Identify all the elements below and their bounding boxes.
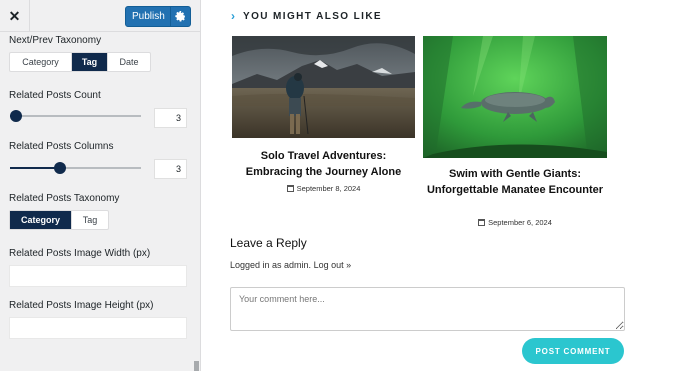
image-height-input[interactable] <box>9 317 187 339</box>
post-date-text-1: September 8, 2024 <box>296 184 361 193</box>
sidebar-scrollbar[interactable] <box>194 361 199 371</box>
post-comment-button[interactable]: POST COMMENT <box>522 338 624 364</box>
related-posts-taxonomy-toggle: Category Tag <box>9 210 109 230</box>
leave-reply-heading: Leave a Reply <box>230 236 307 250</box>
customizer-sidebar: ✕ Publish Next/Prev Taxonomy Category Ta… <box>0 0 201 371</box>
post-date-2: September 6, 2024 <box>423 218 607 227</box>
slider-thumb[interactable] <box>53 162 66 174</box>
image-width-input[interactable] <box>9 265 187 287</box>
related-posts-heading: › YOU MIGHT ALSO LIKE <box>231 9 382 23</box>
next-prev-taxonomy-toggle: Category Tag Date <box>9 52 151 72</box>
next-prev-option-category[interactable]: Category <box>10 53 72 71</box>
site-preview: › YOU MIGHT ALSO LIKE Solo Travel Advent… <box>201 0 680 371</box>
post-title-2[interactable]: Swim with Gentle Giants: Unforgettable M… <box>423 166 607 198</box>
slider-track <box>10 115 141 117</box>
related-posts-count-slider[interactable] <box>10 109 141 123</box>
related-option-category[interactable]: Category <box>10 211 72 229</box>
gear-icon[interactable] <box>170 7 190 26</box>
related-posts-title: YOU MIGHT ALSO LIKE <box>243 10 383 22</box>
manatee-underwater-image[interactable] <box>423 36 607 158</box>
logged-in-text: Logged in as admin. <box>230 260 312 270</box>
image-width-label: Related Posts Image Width (px) <box>9 248 151 259</box>
slider-thumb[interactable] <box>10 110 22 122</box>
calendar-icon <box>286 185 294 192</box>
post-date-1: September 8, 2024 <box>232 184 415 193</box>
logged-in-notice: Logged in as admin. Log out » <box>230 260 351 270</box>
post-date-text-2: September 6, 2024 <box>488 218 552 227</box>
chevron-right-icon: › <box>231 9 235 23</box>
logout-link[interactable]: Log out » <box>314 260 352 270</box>
next-prev-option-tag[interactable]: Tag <box>72 53 108 71</box>
related-posts-taxonomy-label: Related Posts Taxonomy <box>9 193 120 204</box>
post-title-1[interactable]: Solo Travel Adventures: Embracing the Jo… <box>232 148 415 180</box>
related-posts-columns-label: Related Posts Columns <box>9 141 114 152</box>
close-icon[interactable]: ✕ <box>0 0 30 32</box>
next-prev-taxonomy-label: Next/Prev Taxonomy <box>9 35 102 46</box>
comment-textarea[interactable] <box>230 287 625 331</box>
publish-button[interactable]: Publish <box>126 11 170 22</box>
related-posts-columns-slider[interactable] <box>10 161 141 175</box>
related-posts-count-input[interactable]: 3 <box>154 108 187 128</box>
publish-button-group: Publish <box>125 6 191 27</box>
related-posts-count-label: Related Posts Count <box>9 90 101 101</box>
customizer-header: ✕ Publish <box>0 0 200 32</box>
calendar-icon <box>478 219 486 226</box>
next-prev-option-date[interactable]: Date <box>108 53 150 71</box>
slider-fill <box>10 167 60 169</box>
image-height-label: Related Posts Image Height (px) <box>9 300 154 311</box>
related-option-tag[interactable]: Tag <box>72 211 108 229</box>
related-posts-columns-input[interactable]: 3 <box>154 159 187 179</box>
hiker-mountain-image[interactable] <box>232 36 415 138</box>
